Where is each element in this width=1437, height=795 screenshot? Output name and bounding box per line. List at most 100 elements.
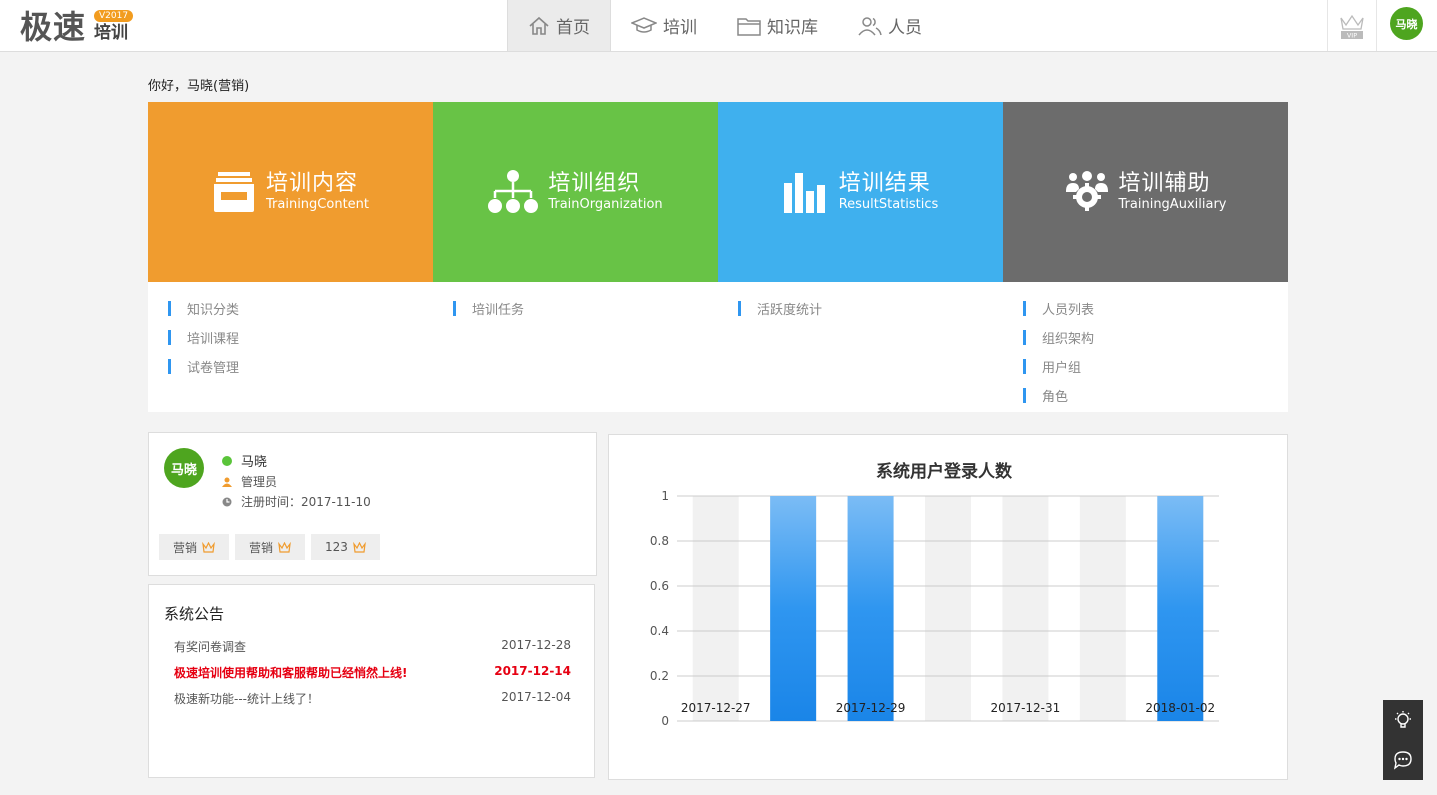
announcement-date: 2017-12-28 (501, 638, 571, 652)
chart-band (692, 496, 739, 721)
link-label: 试卷管理 (187, 361, 240, 376)
archive-icon (214, 172, 254, 212)
graduation-cap-icon (631, 16, 657, 33)
online-status-icon (222, 455, 232, 466)
folder-icon (737, 17, 761, 36)
chart-band (1002, 496, 1049, 721)
chart-band (1079, 496, 1126, 721)
logo-sub-text: 培训 (94, 23, 128, 43)
user-tag[interactable]: 营销 (235, 534, 306, 560)
card-title: 培训组织 (548, 171, 641, 196)
users-gear-icon (1065, 171, 1108, 211)
announcement-date: 2017-12-14 (494, 664, 571, 678)
link-label: 人员列表 (1042, 303, 1095, 318)
card-title: 培训内容 (266, 171, 359, 196)
card-title: 培训辅助 (1118, 171, 1211, 196)
user-tags: 营销 营销 123 (159, 534, 386, 560)
floating-toolbar (1383, 700, 1423, 780)
logo-version-badge: V2017 (94, 10, 134, 22)
link-label: 知识分类 (187, 303, 240, 318)
chat-icon (1393, 751, 1412, 770)
nav-item-home[interactable]: 首页 (507, 0, 611, 51)
card-training-auxiliary: 培训辅助 TrainingAuxiliary 人员列表 组织架构 用户组 角色 (1003, 102, 1288, 412)
link-user-list[interactable]: 人员列表 (1023, 294, 1288, 323)
link-bar (1023, 388, 1026, 403)
chart-x-tick-label: 2017-12-27 (681, 701, 751, 715)
nav-item-label: 培训 (663, 18, 697, 38)
link-org-structure[interactable]: 组织架构 (1023, 323, 1288, 352)
register-date: 注册时间：2017-11-10 (241, 495, 371, 509)
user-role: 管理员 (241, 475, 278, 489)
chart-y-tick-label: 1 (661, 489, 669, 503)
link-label: 培训任务 (472, 303, 525, 318)
card-header-training-result[interactable]: 培训结果 ResultStatistics (718, 102, 1003, 282)
user-register-row: 注册时间：2017-11-10 (222, 493, 371, 510)
person-icon (222, 477, 232, 487)
chart-x-tick-label: 2017-12-31 (991, 701, 1061, 715)
card-subtitle: TrainOrganization (548, 197, 663, 212)
chart-bar[interactable] (1157, 496, 1204, 721)
nav-item-label: 人员 (888, 18, 922, 38)
home-icon (529, 16, 549, 35)
nav-item-label: 知识库 (767, 18, 818, 38)
user-info-panel: 马晓 马晓 管理员 注册时间：2017-11-10 营销 营销 123 (148, 432, 597, 576)
link-label: 用户组 (1042, 361, 1082, 376)
announcement-date: 2017-12-04 (501, 690, 571, 704)
main-nav: 首页 培训 知识库 人员 (507, 0, 942, 51)
login-chart-panel: 系统用户登录人数 0 0.2 0.4 0.6 0.8 1 2017-12-27 2017-12… (608, 434, 1288, 780)
link-bar (738, 301, 741, 316)
user-tag[interactable]: 123 (311, 534, 380, 560)
user-avatar-top[interactable]: 马晓 (1390, 7, 1423, 40)
link-user-group[interactable]: 用户组 (1023, 352, 1288, 381)
announcement-text: 有奖问卷调查 (174, 640, 247, 654)
announcement-item[interactable]: 极速新功能---统计上线了！ 2017-12-04 (174, 690, 571, 707)
nav-item-people[interactable]: 人员 (838, 0, 942, 51)
link-bar (168, 330, 171, 345)
vip-button[interactable]: VIP (1327, 0, 1377, 51)
user-tag[interactable]: 营销 (159, 534, 230, 560)
chart-bar[interactable] (847, 496, 894, 721)
announcement-text: 极速新功能---统计上线了！ (174, 692, 319, 706)
link-knowledge-category[interactable]: 知识分类 (168, 294, 433, 323)
link-training-course[interactable]: 培训课程 (168, 323, 433, 352)
chart-x-tick-label: 2018-01-02 (1145, 701, 1215, 715)
chart-bar[interactable] (770, 496, 817, 721)
card-subtitle: TrainingContent (266, 197, 369, 212)
announcement-item[interactable]: 极速培训使用帮助和客服帮助已经悄然上线! 2017-12-14 (174, 664, 571, 681)
tips-button[interactable] (1383, 700, 1423, 740)
announcement-title: 系统公告 (164, 605, 225, 623)
link-bar (1023, 301, 1026, 316)
user-role-row: 管理员 (222, 473, 277, 490)
link-activity-stats[interactable]: 活跃度统计 (738, 294, 1003, 323)
link-bar (1023, 330, 1026, 345)
link-bar (168, 359, 171, 374)
link-bar (168, 301, 171, 316)
chat-button[interactable] (1383, 740, 1423, 780)
card-header-training-content[interactable]: 培训内容 TrainingContent (148, 102, 433, 282)
user-name-row: 马晓 (222, 451, 267, 470)
card-training-organization: 培训组织 TrainOrganization 培训任务 (433, 102, 718, 412)
link-training-task[interactable]: 培训任务 (453, 294, 718, 323)
chart-x-tick-label: 2017-12-29 (836, 701, 906, 715)
nav-item-label: 首页 (556, 18, 590, 38)
bar-chart-icon (783, 173, 825, 213)
link-role[interactable]: 角色 (1023, 381, 1288, 410)
link-exam-management[interactable]: 试卷管理 (168, 352, 433, 381)
announcement-item[interactable]: 有奖问卷调查 2017-12-28 (174, 638, 571, 655)
nav-item-knowledge[interactable]: 知识库 (717, 0, 838, 51)
top-bar: 极速 V2017 培训 首页 培训 知识库 人员 VIP 马晓 (0, 0, 1437, 52)
logo[interactable]: 极速 V2017 培训 (20, 8, 134, 46)
card-training-result: 培训结果 ResultStatistics 活跃度统计 (718, 102, 1003, 412)
module-cards: 培训内容 TrainingContent 知识分类 培训课程 试卷管理 培训组织… (148, 102, 1288, 412)
card-header-training-organization[interactable]: 培训组织 TrainOrganization (433, 102, 718, 282)
chart-y-tick-label: 0.2 (650, 669, 669, 683)
chart-y-tick-label: 0.4 (650, 624, 669, 638)
link-bar (1023, 359, 1026, 374)
nav-item-training[interactable]: 培训 (611, 0, 717, 51)
chart-title: 系统用户登录人数 (876, 461, 1013, 482)
vip-label: VIP (1347, 31, 1357, 39)
card-subtitle: ResultStatistics (838, 197, 939, 212)
card-header-training-auxiliary[interactable]: 培训辅助 TrainingAuxiliary (1003, 102, 1288, 282)
link-bar (453, 301, 456, 316)
vip-crown-icon: VIP (1340, 14, 1364, 39)
